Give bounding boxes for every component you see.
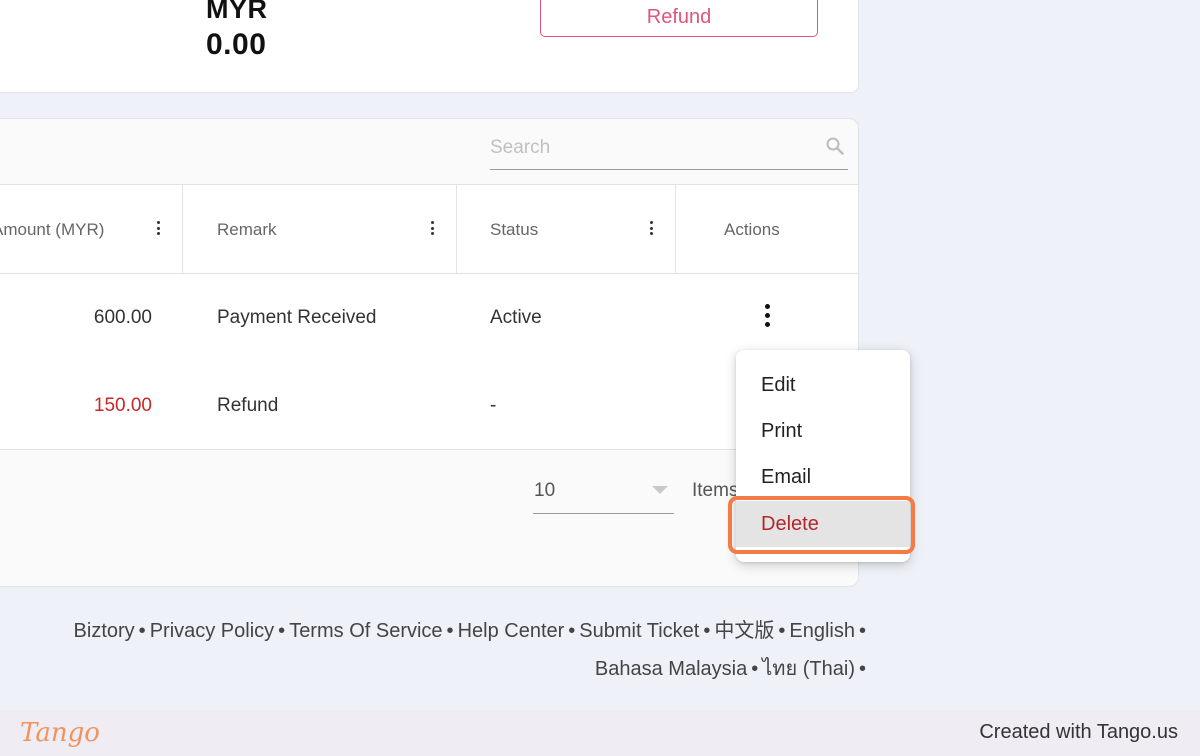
footer-link-malay[interactable]: Bahasa Malaysia — [595, 658, 747, 680]
footer-link-thai[interactable]: ไทย (Thai) — [762, 658, 855, 680]
column-menu-icon[interactable] — [648, 221, 654, 239]
footer-link-english[interactable]: English — [789, 620, 855, 642]
row-status: Active — [490, 307, 542, 328]
column-header-amount[interactable]: Amount (MYR) — [0, 220, 104, 240]
currency-label: MYR — [206, 0, 268, 24]
footer-link-help-center[interactable]: Help Center — [458, 620, 565, 642]
menu-item-edit[interactable]: Edit — [736, 362, 910, 408]
row-remark: Payment Received — [217, 307, 377, 328]
footer-link-terms[interactable]: Terms Of Service — [289, 620, 442, 642]
balance-amount: 0.00 — [206, 28, 267, 61]
menu-item-delete[interactable]: Delete — [736, 501, 910, 547]
column-header-remark[interactable]: Remark — [217, 220, 277, 240]
column-header-actions: Actions — [724, 220, 780, 239]
page-size-value: 10 — [534, 480, 556, 501]
footer-link-submit-ticket[interactable]: Submit Ticket — [579, 620, 699, 642]
footer-links-line-1: Biztory • Privacy Policy • Terms Of Service •… — [73, 620, 866, 642]
tango-logo: Tango — [20, 718, 100, 748]
footer-link-biztory[interactable]: Biztory — [74, 620, 135, 642]
footer-links-line-2: Bahasa Malaysia • ไทย (Thai) • — [594, 658, 866, 680]
row-status: - — [490, 395, 497, 416]
tango-watermark-bar: Tango Created with Tango.us — [0, 710, 1200, 756]
column-menu-icon[interactable] — [155, 221, 161, 239]
items-per-page-label: Items — [692, 480, 739, 501]
search-icon[interactable] — [825, 136, 845, 156]
footer-links: Biztory • Privacy Policy • Terms Of Service •… — [0, 612, 870, 688]
column-header-status[interactable]: Status — [490, 220, 538, 240]
row-actions-menu: Edit Print Email Delete — [736, 350, 910, 562]
menu-item-print[interactable]: Print — [736, 408, 910, 454]
row-actions-menu-icon[interactable] — [760, 304, 774, 332]
created-with-label: Created with Tango.us — [979, 721, 1178, 743]
page-size-select[interactable]: 10 — [533, 474, 674, 514]
search-input[interactable] — [490, 134, 810, 162]
menu-item-email[interactable]: Email — [736, 454, 910, 500]
footer-link-chinese[interactable]: 中文版 — [714, 620, 774, 642]
chevron-down-icon — [652, 486, 668, 494]
column-divider[interactable] — [675, 184, 676, 274]
row-amount: 150.00 — [93, 395, 152, 416]
row-amount: 600.00 — [93, 307, 152, 328]
column-divider[interactable] — [182, 184, 183, 274]
footer-link-privacy[interactable]: Privacy Policy — [150, 620, 274, 642]
column-menu-icon[interactable] — [429, 221, 435, 239]
row-remark: Refund — [217, 395, 279, 416]
search-field[interactable] — [490, 130, 848, 170]
column-divider[interactable] — [456, 184, 457, 274]
refund-button[interactable]: Refund — [540, 0, 818, 37]
